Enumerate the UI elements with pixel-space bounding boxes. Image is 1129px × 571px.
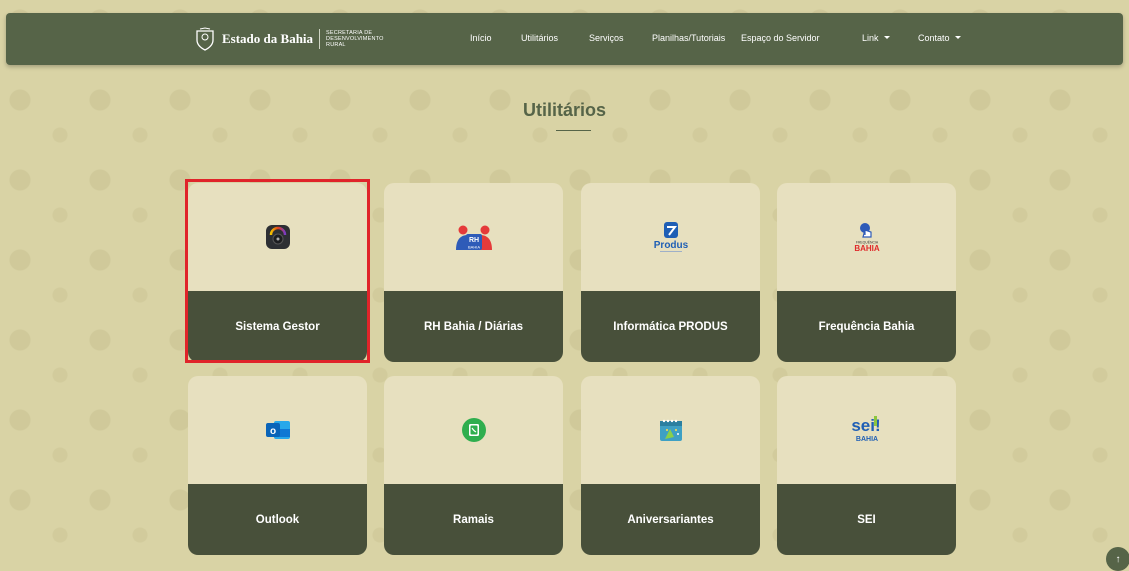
- card-sei[interactable]: sei! BAHIA SEI: [777, 376, 956, 555]
- card-footer: Informática PRODUS: [581, 291, 760, 362]
- page-title: Utilitários: [522, 100, 606, 120]
- nav-inicio[interactable]: Início: [470, 33, 492, 43]
- frequencia-logo-text: BAHIA: [854, 244, 880, 253]
- card-icon-area: FREQUÊNCIA BAHIA: [777, 183, 956, 291]
- card-label: Sistema Gestor: [235, 320, 320, 333]
- card-informatica-produs[interactable]: Produs Informática PRODUS: [581, 183, 760, 362]
- brand-divider: [319, 29, 321, 49]
- card-label: Frequência Bahia: [818, 320, 915, 333]
- outlook-icon: o: [265, 421, 290, 439]
- card-footer: Aniversariantes: [581, 484, 760, 555]
- nav-link-dropdown[interactable]: Link: [862, 33, 890, 43]
- produs-logo-text: Produs: [653, 240, 688, 251]
- card-ramais[interactable]: Ramais: [384, 376, 563, 555]
- rh-logo-text: RH: [468, 237, 478, 244]
- top-navbar: Estado da Bahia Secretaria de Desenvolvi…: [6, 13, 1123, 65]
- nav-contato-label: Contato: [918, 33, 950, 43]
- gauge-app-icon: [265, 225, 290, 249]
- card-footer: Sistema Gestor: [188, 291, 367, 362]
- card-icon-area: [384, 376, 563, 484]
- card-footer: Frequência Bahia: [777, 291, 956, 362]
- card-icon-area: sei! BAHIA: [777, 376, 956, 484]
- sei-logo-sub: BAHIA: [855, 436, 877, 443]
- card-label: Aniversariantes: [627, 513, 714, 526]
- rh-bahia-logo: RH BAHIA: [455, 225, 492, 250]
- brand-name: Estado da Bahia: [222, 31, 314, 46]
- card-label: Informática PRODUS: [613, 320, 728, 333]
- arrow-up-icon: ↑: [1115, 553, 1121, 565]
- card-label: Outlook: [255, 513, 300, 526]
- card-frequencia-bahia[interactable]: FREQUÊNCIA BAHIA Frequência Bahia: [777, 183, 956, 362]
- card-sistema-gestor[interactable]: Sistema Gestor: [188, 183, 367, 362]
- chevron-down-icon: [883, 36, 890, 39]
- scroll-to-top-button[interactable]: ↑: [1106, 547, 1129, 571]
- card-label: Ramais: [453, 513, 494, 526]
- card-icon-area: [581, 376, 760, 484]
- calendar-party-icon: [659, 419, 682, 441]
- nav-servicos[interactable]: Serviços: [589, 33, 624, 43]
- frequencia-bahia-logo: FREQUÊNCIA BAHIA: [854, 223, 880, 253]
- title-underline: [556, 130, 591, 131]
- nav-planilhas-tutoriais[interactable]: Planilhas/Tutoriais: [652, 33, 725, 43]
- phone-contacts-icon: [461, 418, 486, 442]
- outlook-logo-text: o: [269, 426, 275, 437]
- nav-utilitarios[interactable]: Utilitários: [521, 33, 558, 43]
- sei-bahia-logo: sei! BAHIA: [851, 416, 880, 443]
- rh-logo-sub: BAHIA: [467, 245, 479, 250]
- card-icon-area: Produs: [581, 183, 760, 291]
- nav-espaco-do-servidor[interactable]: Espaço do Servidor: [741, 33, 820, 43]
- card-aniversariantes[interactable]: Aniversariantes: [581, 376, 760, 555]
- brand-logo[interactable]: Estado da Bahia Secretaria de Desenvolvi…: [194, 25, 404, 53]
- card-label: RH Bahia / Diárias: [423, 320, 524, 333]
- bahia-coat-of-arms-icon: [196, 27, 214, 51]
- card-footer: SEI: [777, 484, 956, 555]
- card-footer: RH Bahia / Diárias: [384, 291, 563, 362]
- chevron-down-icon: [954, 36, 961, 39]
- card-label: SEI: [857, 513, 876, 526]
- card-icon-area: RH BAHIA: [384, 183, 563, 291]
- card-footer: Outlook: [188, 484, 367, 555]
- background-pattern: [0, 0, 1129, 567]
- card-footer: Ramais: [384, 484, 563, 555]
- card-icon-area: o: [188, 376, 367, 484]
- nav-link-label: Link: [862, 33, 879, 43]
- produs-logo: Produs: [653, 222, 688, 252]
- card-icon-area: [188, 183, 367, 291]
- card-outlook[interactable]: o Outlook: [188, 376, 367, 555]
- brand-subtitle: Secretaria de Desenvolvimento Rural: [326, 30, 384, 48]
- nav-contato-dropdown[interactable]: Contato: [918, 33, 961, 43]
- card-rh-bahia-diarias[interactable]: RH BAHIA RH Bahia / Diárias: [384, 183, 563, 362]
